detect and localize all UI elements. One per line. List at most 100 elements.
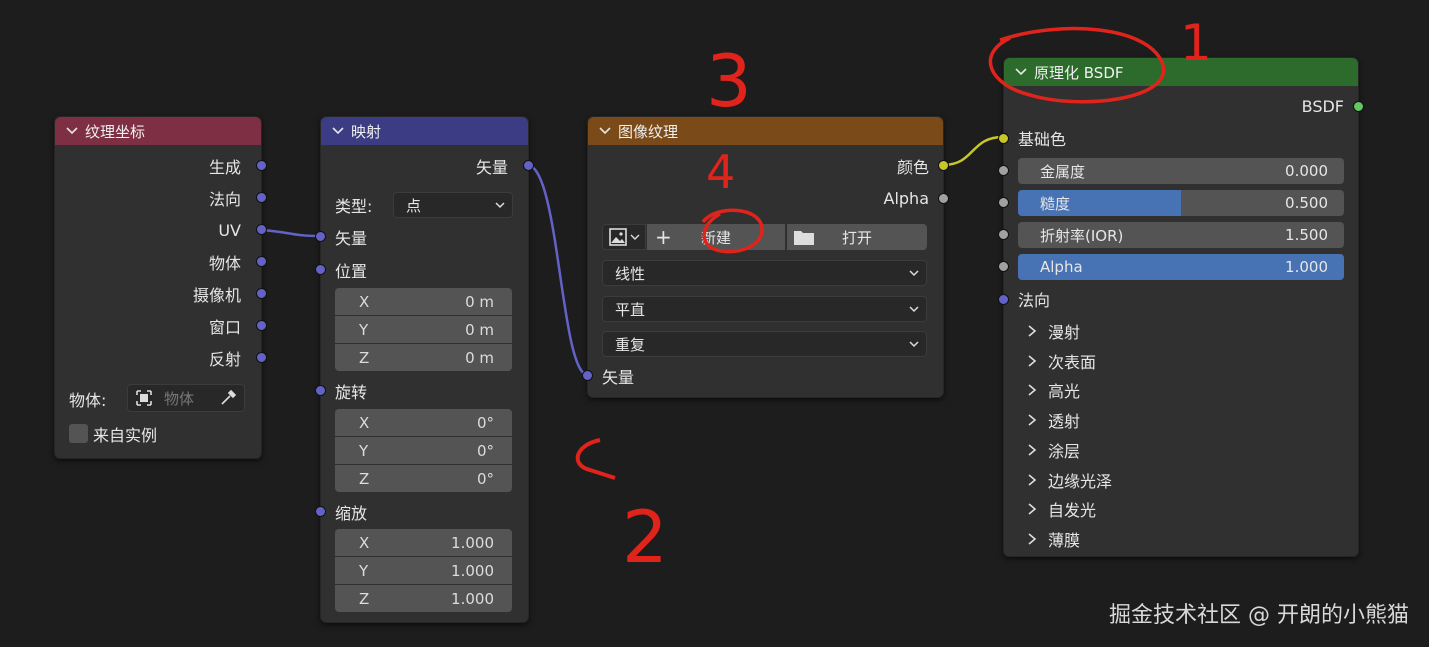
scale-label-text: 缩放 — [335, 504, 368, 523]
socket-output-alpha[interactable] — [938, 193, 949, 204]
panel-3[interactable]: 透射 — [1026, 408, 1080, 432]
ior-slider[interactable]: 折射率(IOR) 1.500 — [1018, 222, 1344, 248]
axis-value: 0° — [476, 413, 494, 432]
socket-output-vector[interactable] — [523, 160, 534, 171]
image-header[interactable]: 图像纹理 — [588, 117, 943, 145]
projection-dropdown[interactable]: 平直 — [602, 296, 927, 322]
output-row: 生成 — [209, 154, 241, 178]
socket-roughness[interactable] — [998, 197, 1009, 208]
rotation-label-text: 旋转 — [335, 383, 368, 402]
socket-output-bsdf[interactable] — [1353, 101, 1364, 112]
chevron-right-icon — [1028, 325, 1037, 337]
socket-input-vector[interactable] — [315, 231, 326, 242]
extension-dropdown[interactable]: 重复 — [602, 331, 927, 357]
node-title: 原理化 BSDF — [1034, 63, 1124, 82]
socket-ior[interactable] — [998, 229, 1009, 240]
rotation-label: 旋转 — [335, 379, 367, 403]
annotation-arrow-2 — [575, 438, 616, 480]
object-picker[interactable]: 物体 — [127, 384, 245, 412]
alpha-slider[interactable]: Alpha 1.000 — [1018, 254, 1344, 280]
rotation-field-z[interactable]: Z 0° — [335, 465, 512, 492]
output-label: 窗口 — [208, 318, 241, 337]
image-browse-button[interactable] — [602, 224, 646, 250]
socket-location[interactable] — [315, 264, 326, 275]
socket-output[interactable] — [256, 160, 267, 171]
folder-icon — [794, 231, 814, 245]
socket-scale[interactable] — [315, 506, 326, 517]
mapping-node[interactable]: 映射 矢量 类型: 点 矢量 位置 X 0 m Y 0 m Z 0 m 旋转 X 0° Y 0°… — [315, 116, 534, 623]
scale-field-y[interactable]: Y 1.000 — [335, 557, 512, 584]
image-icon — [609, 228, 627, 246]
base-color-label: 基础色 — [1018, 130, 1067, 149]
socket-output[interactable] — [256, 288, 267, 299]
location-field-y[interactable]: Y 0 m — [335, 316, 512, 343]
metallic-slider[interactable]: 金属度 0.000 — [1018, 158, 1344, 184]
panel-label: 自发光 — [1048, 501, 1097, 521]
chevron-right-icon — [1028, 503, 1037, 515]
link-uv-to-vector — [260, 228, 321, 238]
output-label: 法向 — [208, 190, 241, 209]
axis-value: 0 m — [465, 320, 494, 339]
base-color: 基础色 — [1018, 126, 1066, 150]
panel-0[interactable]: 漫射 — [1026, 319, 1080, 343]
axis-value: 1.000 — [451, 533, 494, 552]
bsdf-header[interactable]: 原理化 BSDF — [1004, 58, 1358, 86]
slider-label: 折射率(IOR) — [1040, 226, 1124, 245]
roughness-slider[interactable]: 糙度 0.500 — [1018, 190, 1344, 216]
scale-field-z[interactable]: Z 1.000 — [335, 585, 512, 612]
axis-label: Z — [359, 589, 370, 608]
principled-bsdf-node[interactable]: 原理化 BSDF BSDF 基础色 金属度 0.000 糙度 0.500 折射率… — [998, 57, 1364, 557]
new-image-button[interactable]: + 新建 — [647, 224, 785, 250]
location-field-z[interactable]: Z 0 m — [335, 344, 512, 371]
texcoord-header[interactable]: 纹理坐标 — [55, 117, 261, 145]
socket-output[interactable] — [256, 352, 267, 363]
type-dropdown[interactable]: 点 — [393, 192, 513, 218]
axis-label: X — [359, 533, 370, 552]
panel-6[interactable]: 自发光 — [1026, 497, 1096, 521]
socket-output-color[interactable] — [938, 160, 949, 171]
output-vector: 矢量 — [476, 154, 508, 178]
chevron-down-icon[interactable] — [598, 124, 612, 138]
image-texture-node[interactable]: 图像纹理 颜色 Alpha + 新建 打开 线性 平直 重复 矢量 — [582, 116, 949, 398]
socket-normal[interactable] — [998, 294, 1009, 305]
object-placeholder: 物体 — [164, 389, 195, 408]
axis-value: 1.000 — [451, 561, 494, 580]
socket-output[interactable] — [256, 224, 267, 235]
chevron-down-icon[interactable] — [331, 124, 345, 138]
scale-field-x[interactable]: X 1.000 — [335, 529, 512, 556]
socket-rotation[interactable] — [315, 385, 326, 396]
socket-output[interactable] — [256, 192, 267, 203]
open-image-button[interactable]: 打开 — [787, 224, 927, 250]
socket-output[interactable] — [256, 256, 267, 267]
rotation-field-y[interactable]: Y 0° — [335, 437, 512, 464]
slider-label: 金属度 — [1040, 162, 1086, 181]
chevron-down-icon[interactable] — [65, 124, 79, 138]
panel-5[interactable]: 边缘光泽 — [1026, 468, 1112, 492]
interpolation-dropdown[interactable]: 线性 — [602, 260, 927, 286]
socket-metallic[interactable] — [998, 165, 1009, 176]
panel-1[interactable]: 次表面 — [1026, 349, 1096, 373]
object-icon — [136, 390, 152, 406]
output-alpha-label: Alpha — [883, 188, 930, 208]
from-instancer-checkbox[interactable] — [69, 424, 88, 443]
panel-7[interactable]: 薄膜 — [1026, 527, 1080, 551]
socket-alpha[interactable] — [998, 261, 1009, 272]
location-field-x[interactable]: X 0 m — [335, 288, 512, 315]
output-bsdf-label: BSDF — [1301, 96, 1344, 116]
socket-input-vector[interactable] — [582, 370, 593, 381]
normal: 法向 — [1018, 287, 1050, 311]
eyedropper-icon[interactable] — [218, 388, 238, 408]
axis-value: 1.000 — [451, 589, 494, 608]
panel-2[interactable]: 高光 — [1026, 378, 1080, 402]
panel-label: 薄膜 — [1048, 530, 1081, 550]
socket-base-color[interactable] — [998, 133, 1009, 144]
mapping-header[interactable]: 映射 — [321, 117, 528, 145]
rotation-field-x[interactable]: X 0° — [335, 409, 512, 436]
socket-output[interactable] — [256, 320, 267, 331]
panel-4[interactable]: 涂层 — [1026, 438, 1080, 462]
output-label: UV — [218, 220, 241, 240]
chevron-right-icon — [1028, 533, 1037, 545]
axis-value: 0 m — [465, 348, 494, 367]
texture-coordinate-node[interactable]: 纹理坐标 生成 法向 UV 物体 摄像机 窗口 反射 物体: 物体 来自实例 — [54, 116, 267, 459]
chevron-down-icon[interactable] — [1014, 65, 1028, 79]
